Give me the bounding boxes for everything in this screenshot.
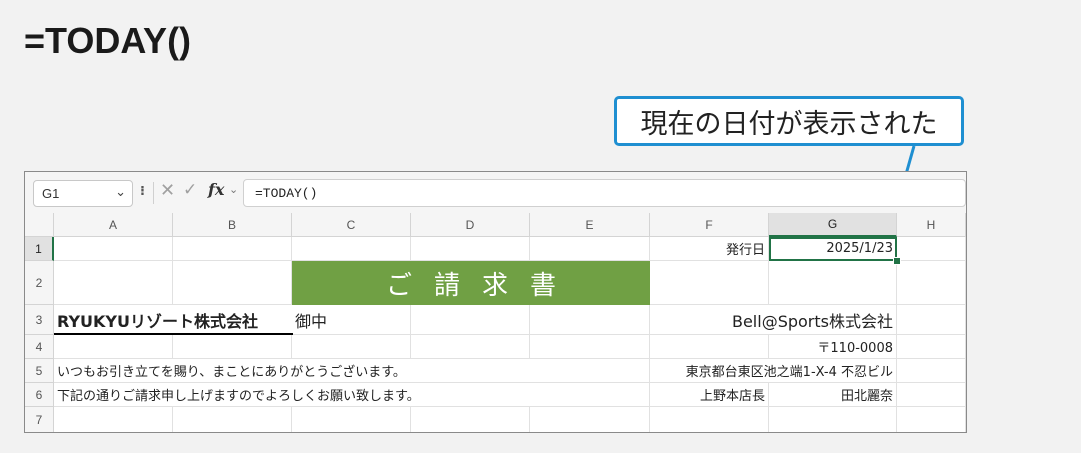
- cell-d1[interactable]: [411, 237, 530, 261]
- formula-bar-divider: [153, 182, 154, 204]
- cell-g2[interactable]: [769, 261, 897, 305]
- cell-h2[interactable]: [897, 261, 966, 305]
- cell-c1[interactable]: [292, 237, 411, 261]
- cancel-icon[interactable]: ✕: [160, 180, 175, 201]
- column-header-d[interactable]: D: [411, 213, 530, 237]
- cell-e1[interactable]: [530, 237, 650, 261]
- cell-e4[interactable]: [530, 335, 650, 359]
- cell-f7[interactable]: [650, 407, 769, 432]
- cell-c7[interactable]: [292, 407, 411, 432]
- name-box-value: G1: [42, 186, 60, 201]
- enter-check-icon[interactable]: ✓: [183, 180, 197, 200]
- insert-function-icon[interactable]: fx: [208, 180, 224, 199]
- cell-a7[interactable]: [54, 407, 173, 432]
- select-all-corner[interactable]: [25, 213, 54, 237]
- formula-heading: =TODAY(): [24, 20, 192, 61]
- cell-f5-address[interactable]: 東京都台東区池之端1-X-4 不忍ビル: [650, 359, 897, 383]
- cell-f2[interactable]: [650, 261, 769, 305]
- spreadsheet-window: G1 ⌄ ⁝ ✕ ✓ fx ⌄ =TODAY() A B C D E F G H…: [24, 171, 967, 433]
- cell-d3[interactable]: [411, 305, 530, 335]
- cell-a6-message[interactable]: 下記の通りご請求申し上げますのでよろしくお願い致します。: [54, 383, 650, 407]
- column-header-a[interactable]: A: [54, 213, 173, 237]
- cell-f1[interactable]: 発行日: [650, 237, 769, 261]
- cell-e3[interactable]: [530, 305, 650, 335]
- formula-bar: G1 ⌄ ⁝ ✕ ✓ fx ⌄ =TODAY(): [25, 172, 966, 213]
- cell-h5[interactable]: [897, 359, 966, 383]
- column-header-g[interactable]: G: [769, 213, 897, 237]
- active-cell-border: [769, 237, 897, 261]
- row-header-3[interactable]: 3: [25, 305, 54, 335]
- cell-d4[interactable]: [411, 335, 530, 359]
- row-header-4[interactable]: 4: [25, 335, 54, 359]
- chevron-down-icon[interactable]: ⌄: [115, 184, 126, 200]
- cell-a2[interactable]: [54, 261, 173, 305]
- column-header-b[interactable]: B: [173, 213, 292, 237]
- cell-f4[interactable]: [650, 335, 769, 359]
- row-header-7[interactable]: 7: [25, 407, 54, 432]
- cell-c4[interactable]: [292, 335, 411, 359]
- cell-b4[interactable]: [173, 335, 292, 359]
- callout-text: 現在の日付が表示された: [640, 108, 938, 140]
- cell-f3-sender-company[interactable]: Bell@Sports株式会社: [650, 305, 897, 335]
- cell-g7[interactable]: [769, 407, 897, 432]
- cell-b2[interactable]: [173, 261, 292, 305]
- more-vertical-icon[interactable]: ⁝: [140, 184, 145, 199]
- invoice-title-cell[interactable]: ご請求書: [292, 261, 650, 305]
- cell-grid[interactable]: A B C D E F G H 1 2 3 4 5 6 7 発行日 2025/1…: [25, 213, 966, 432]
- cell-h6[interactable]: [897, 383, 966, 407]
- row-header-2[interactable]: 2: [25, 261, 54, 305]
- cell-h7[interactable]: [897, 407, 966, 432]
- cell-g4-postal-code[interactable]: 〒110-0008: [769, 335, 897, 359]
- cell-g6-person[interactable]: 田北麗奈: [769, 383, 897, 407]
- callout-box: 現在の日付が表示された: [614, 96, 964, 146]
- cell-b1[interactable]: [173, 237, 292, 261]
- cell-b7[interactable]: [173, 407, 292, 432]
- column-header-h[interactable]: H: [897, 213, 966, 237]
- fill-handle[interactable]: [893, 257, 901, 265]
- cell-e7[interactable]: [530, 407, 650, 432]
- chevron-down-icon[interactable]: ⌄: [229, 183, 238, 196]
- cell-h3[interactable]: [897, 305, 966, 335]
- column-header-e[interactable]: E: [530, 213, 650, 237]
- row-header-6[interactable]: 6: [25, 383, 54, 407]
- cell-h4[interactable]: [897, 335, 966, 359]
- cell-c3[interactable]: 御中: [292, 305, 411, 335]
- cell-a5-greeting[interactable]: いつもお引き立てを賜り、まことにありがとうございます。: [54, 359, 650, 383]
- cell-f6-branch[interactable]: 上野本店長: [650, 383, 769, 407]
- cell-a4[interactable]: [54, 335, 173, 359]
- row-header-5[interactable]: 5: [25, 359, 54, 383]
- cell-a3-customer-name[interactable]: RYUKYUリゾート株式会社: [54, 305, 292, 335]
- column-header-c[interactable]: C: [292, 213, 411, 237]
- formula-text: =TODAY(): [255, 186, 318, 201]
- cell-h1[interactable]: [897, 237, 966, 261]
- cell-d7[interactable]: [411, 407, 530, 432]
- name-box[interactable]: G1 ⌄: [33, 180, 133, 207]
- formula-input[interactable]: =TODAY(): [243, 179, 966, 207]
- row-header-1[interactable]: 1: [25, 237, 54, 261]
- column-header-f[interactable]: F: [650, 213, 769, 237]
- cell-a1[interactable]: [54, 237, 173, 261]
